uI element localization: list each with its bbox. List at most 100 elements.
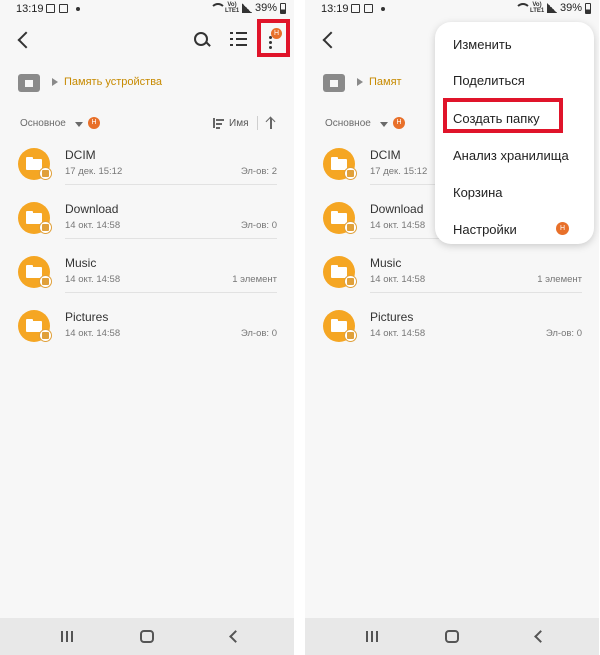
nav-back-icon[interactable]	[533, 631, 543, 641]
signal-icon	[546, 3, 557, 13]
system-nav-bar	[305, 618, 599, 655]
menu-item-label: Корзина	[453, 185, 503, 200]
system-nav-bar	[0, 618, 294, 655]
back-icon[interactable]	[319, 30, 339, 50]
file-name: Music	[65, 256, 97, 270]
sort-field[interactable]: Имя	[229, 118, 248, 129]
notification-icons	[46, 4, 80, 13]
file-name: Download	[370, 202, 424, 216]
recents-icon[interactable]	[366, 631, 378, 642]
highlight-box-more	[257, 19, 290, 57]
file-name: Download	[65, 202, 119, 216]
file-date: 14 окт. 14:58	[370, 328, 426, 339]
image-badge-icon	[39, 329, 52, 342]
file-date: 14 окт. 14:58	[65, 274, 121, 285]
sort-icon[interactable]	[212, 118, 224, 129]
status-bar: 13:19 Vo) LTE1 39%	[305, 0, 599, 20]
left-screen: 13:19 Vo) LTE1 39% Н Память устройства О…	[0, 0, 294, 655]
file-name: DCIM	[65, 148, 96, 162]
highlight-box-create-folder	[443, 98, 563, 133]
file-count: Эл-ов: 0	[240, 220, 277, 231]
gallery-icon	[351, 4, 360, 13]
menu-item-label: Поделиться	[453, 73, 525, 88]
file-count: Эл-ов: 2	[240, 166, 277, 177]
music-badge-icon	[39, 275, 52, 288]
download-badge-icon	[344, 221, 357, 234]
caret-down-icon[interactable]	[380, 122, 388, 127]
chevron-right-icon	[357, 78, 363, 86]
battery-percent: 39%	[559, 2, 582, 14]
divider	[65, 184, 277, 185]
home-folder-icon[interactable]	[323, 74, 345, 92]
file-count: 1 элемент	[537, 274, 582, 285]
filter-dropdown[interactable]: Основное	[325, 118, 371, 129]
file-date: 17 дек. 15:12	[65, 166, 123, 177]
notification-icons	[351, 4, 385, 13]
file-date: 14 окт. 14:58	[370, 274, 426, 285]
file-name: Pictures	[370, 310, 414, 324]
divider	[370, 292, 582, 293]
file-date: 14 окт. 14:58	[370, 220, 426, 231]
menu-item-label: Анализ хранилища	[453, 148, 569, 163]
music-badge-icon	[344, 275, 357, 288]
file-date: 14 окт. 14:58	[65, 328, 121, 339]
menu-item-label: Изменить	[453, 37, 512, 52]
camera-badge-icon	[39, 167, 52, 180]
battery-icon	[585, 2, 591, 14]
file-count: Эл-ов: 0	[240, 328, 277, 339]
list-item[interactable]: Music 14 окт. 14:58 1 элемент	[305, 256, 599, 310]
menu-item-trash[interactable]: Корзина	[435, 172, 594, 208]
divider	[65, 238, 277, 239]
list-item[interactable]: Download 14 окт. 14:58 Эл-ов: 0	[0, 202, 294, 256]
breadcrumb-item-storage[interactable]: Памят	[369, 76, 402, 88]
home-icon[interactable]	[140, 630, 154, 643]
gallery-icon	[46, 4, 55, 13]
menu-item-storage-analysis[interactable]: Анализ хранилища	[435, 135, 594, 171]
dot-icon	[76, 6, 80, 11]
menu-item-share[interactable]: Поделиться	[435, 60, 594, 96]
dot-icon	[381, 6, 385, 11]
menu-item-label: Настройки	[453, 222, 517, 237]
wifi-icon	[209, 3, 226, 13]
overflow-menu: Изменить Поделиться Создать папку Анализ…	[435, 22, 594, 244]
file-name: Pictures	[65, 310, 109, 324]
divider	[257, 116, 258, 130]
screenshot-comparison: 13:19 Vo) LTE1 39% Н Память устройства О…	[0, 0, 600, 655]
top-app-bar: Н	[0, 24, 294, 56]
file-name: Music	[370, 256, 402, 270]
caret-down-icon[interactable]	[75, 122, 83, 127]
search-icon[interactable]	[192, 30, 212, 50]
divider	[65, 292, 277, 293]
recents-icon[interactable]	[61, 631, 73, 642]
status-time: 13:19	[16, 3, 44, 15]
file-date: 17 дек. 15:12	[370, 166, 428, 177]
status-right: Vo) LTE1 39%	[209, 2, 286, 14]
image-icon	[59, 4, 68, 13]
image-badge-icon	[344, 329, 357, 342]
list-item[interactable]: Pictures 14 окт. 14:58 Эл-ов: 0	[305, 310, 599, 364]
home-icon[interactable]	[445, 630, 459, 643]
home-folder-icon[interactable]	[18, 74, 40, 92]
volte-icon: Vo) LTE1	[224, 2, 240, 14]
battery-percent: 39%	[254, 2, 277, 14]
separator	[294, 0, 305, 655]
image-icon	[364, 4, 373, 13]
breadcrumb-item-storage[interactable]: Память устройства	[64, 76, 162, 88]
back-icon[interactable]	[14, 30, 34, 50]
filter-dropdown[interactable]: Основное	[20, 118, 66, 129]
camera-badge-icon	[344, 167, 357, 180]
list-item[interactable]: Pictures 14 окт. 14:58 Эл-ов: 0	[0, 310, 294, 364]
file-date: 14 окт. 14:58	[65, 220, 121, 231]
notification-badge: Н	[88, 117, 100, 129]
list-item[interactable]: DCIM 17 дек. 15:12 Эл-ов: 2	[0, 148, 294, 202]
menu-item-edit[interactable]: Изменить	[435, 24, 594, 60]
nav-back-icon[interactable]	[228, 631, 238, 641]
wifi-icon	[514, 3, 531, 13]
sort-direction-icon[interactable]	[265, 116, 277, 130]
menu-item-settings[interactable]: Настройки Н	[435, 209, 594, 245]
volte-icon: Vo) LTE1	[529, 2, 545, 14]
notification-badge: Н	[556, 222, 569, 235]
list-item[interactable]: Music 14 окт. 14:58 1 элемент	[0, 256, 294, 310]
notification-badge: Н	[393, 117, 405, 129]
list-view-icon[interactable]	[230, 31, 248, 47]
